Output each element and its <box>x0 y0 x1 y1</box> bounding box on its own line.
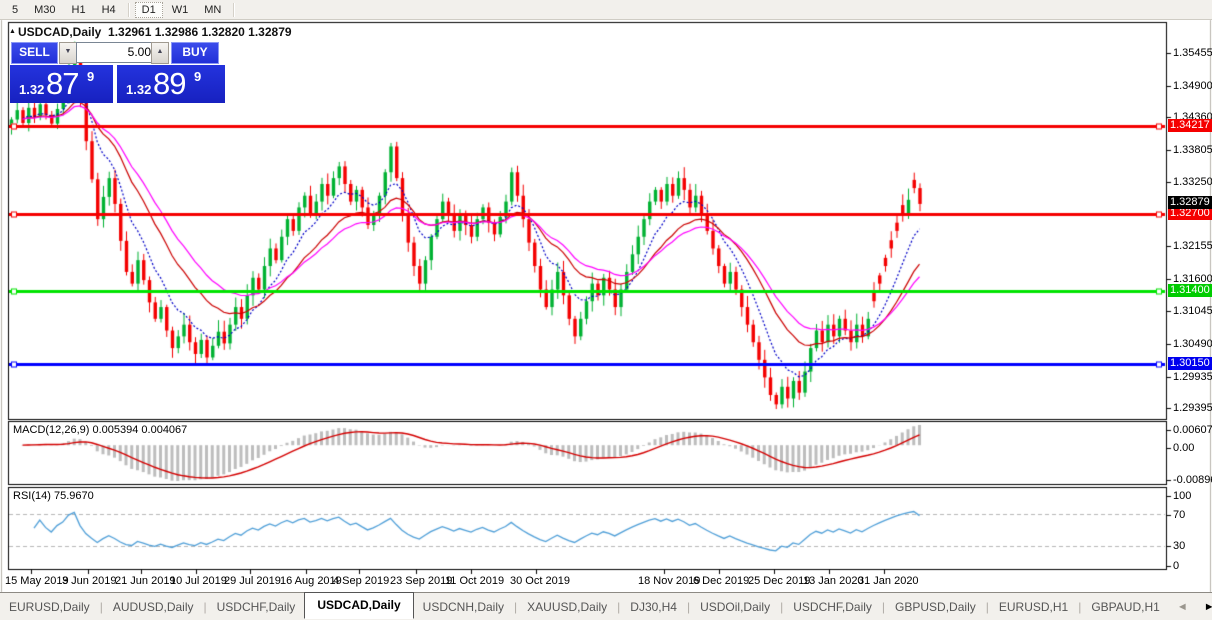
timeframe-button-mn[interactable]: MN <box>197 2 228 18</box>
tab-dj30-h4[interactable]: DJ30,H4 <box>621 596 686 618</box>
timeframe-toolbar: 5M30H1H4 D1W1MN <box>0 0 1212 20</box>
date-axis-label: 23 Sep 2019 <box>390 575 452 587</box>
timeframe-button-w1[interactable]: W1 <box>165 2 196 18</box>
one-click-trading-panel: SELL ▼ 5.00 ▲ BUY 1.32 87 9 1.32 89 9 <box>10 42 225 103</box>
toolbar-separator <box>128 3 130 17</box>
date-axis-label: 30 Oct 2019 <box>510 575 570 587</box>
tab-eurusd-daily[interactable]: EURUSD,Daily <box>0 596 99 618</box>
buy-price-big: 89 <box>153 66 185 102</box>
price-axis-label: 1.29395 <box>1173 402 1212 414</box>
rsi-indicator-label: RSI(14) 75.9670 <box>13 490 94 502</box>
price-axis-label: 1.33250 <box>1173 176 1212 188</box>
price-axis-label: 1.33805 <box>1173 144 1212 156</box>
buy-button[interactable]: BUY <box>171 42 219 64</box>
price-axis-label: 1.34900 <box>1173 80 1212 92</box>
price-axis-label: 1.32155 <box>1173 240 1212 252</box>
tab-usdcad-daily[interactable]: USDCAD,Daily <box>304 592 413 619</box>
date-axis-label: 4 Sep 2019 <box>333 575 389 587</box>
date-axis-label: 15 May 2019 <box>5 575 69 587</box>
date-axis-label: 10 Jul 2019 <box>170 575 227 587</box>
price-axis-label: 1.31045 <box>1173 305 1212 317</box>
timeframe-button-h1[interactable]: H1 <box>65 2 93 18</box>
timeframe-button-5[interactable]: 5 <box>5 2 25 18</box>
tab-scroll-right-icon[interactable]: ► <box>1196 601 1212 613</box>
macd-axis-label: 0.00 <box>1173 442 1194 454</box>
date-axis-label: 21 Jun 2019 <box>115 575 176 587</box>
volume-increase-button[interactable]: ▲ <box>151 42 169 64</box>
price-axis-label: 1.30490 <box>1173 338 1212 350</box>
tab-usdchf-daily[interactable]: USDCHF,Daily <box>208 596 305 618</box>
hline-price-chip: 1.32700 <box>1168 207 1212 220</box>
hline-price-chip: 1.31400 <box>1168 284 1212 297</box>
sell-price-prefix: 1.32 <box>19 82 44 97</box>
timeframe-button-h4[interactable]: H4 <box>95 2 123 18</box>
sell-price-big: 87 <box>46 66 78 102</box>
tab-eurusd-h1[interactable]: EURUSD,H1 <box>990 596 1077 618</box>
rsi-axis-label: 100 <box>1173 490 1191 502</box>
macd-indicator-label: MACD(12,26,9) 0.005394 0.004067 <box>13 424 187 436</box>
sell-price-display[interactable]: 1.32 87 9 <box>10 65 113 103</box>
tab-audusd-daily[interactable]: AUDUSD,Daily <box>104 596 203 618</box>
collapse-chart-icon[interactable]: ▲ <box>9 28 16 35</box>
buy-price-prefix: 1.32 <box>126 82 151 97</box>
date-axis-label: 25 Dec 2019 <box>748 575 810 587</box>
volume-input[interactable]: 5.00 <box>76 42 158 63</box>
sell-price-sup: 9 <box>87 69 94 84</box>
volume-decrease-button[interactable]: ▼ <box>59 42 77 64</box>
date-axis-label: 3 Jun 2019 <box>62 575 116 587</box>
buy-price-sup: 9 <box>194 69 201 84</box>
tab-xauusd-daily[interactable]: XAUUSD,Daily <box>518 596 616 618</box>
toolbar-separator <box>233 3 235 17</box>
hline-price-chip: 1.30150 <box>1168 357 1212 370</box>
date-axis-label: 31 Jan 2020 <box>858 575 919 587</box>
rsi-axis-label: 30 <box>1173 540 1185 552</box>
chart-title: USDCAD,Daily 1.32961 1.32986 1.32820 1.3… <box>18 25 292 39</box>
tab-gbpusd-daily[interactable]: GBPUSD,Daily <box>886 596 985 618</box>
price-axis-label: 1.35455 <box>1173 47 1212 59</box>
chart-ohlc-values: 1.32961 1.32986 1.32820 1.32879 <box>108 25 292 39</box>
date-axis-label: 13 Jan 2020 <box>803 575 864 587</box>
date-axis-label: 11 Oct 2019 <box>445 575 504 587</box>
hline-price-chip: 1.34217 <box>1168 119 1212 132</box>
date-axis-label: 18 Nov 2019 <box>638 575 700 587</box>
timeframe-button-m30[interactable]: M30 <box>27 2 62 18</box>
tab-scroll-left-icon[interactable]: ◄ <box>1169 601 1196 613</box>
macd-axis-label: -0.008965 <box>1173 474 1212 486</box>
terminal-window: 5M30H1H4 D1W1MN ▲ USDCAD,Daily 1.32961 1.… <box>0 0 1212 620</box>
rsi-axis-label: 0 <box>1173 560 1179 572</box>
price-axis-label: 1.29935 <box>1173 371 1212 383</box>
date-axis-label: 29 Jul 2019 <box>224 575 281 587</box>
macd-axis-label: 0.006078 <box>1173 424 1212 436</box>
buy-price-display[interactable]: 1.32 89 9 <box>117 65 225 103</box>
date-axis-label: 6 Dec 2019 <box>693 575 749 587</box>
sell-button[interactable]: SELL <box>11 42 58 64</box>
tab-usdchf-daily[interactable]: USDCHF,Daily <box>784 596 881 618</box>
current-price-chip: 1.32879 <box>1168 196 1212 209</box>
tab-usdoil-daily[interactable]: USDOil,Daily <box>691 596 779 618</box>
tab-usdcnh-daily[interactable]: USDCNH,Daily <box>414 596 513 618</box>
chart-symbol-label: USDCAD,Daily <box>18 25 101 39</box>
timeframe-button-d1[interactable]: D1 <box>135 2 163 18</box>
tab-gbpaud-h1[interactable]: GBPAUD,H1 <box>1082 596 1168 618</box>
chart-tab-bar: EURUSD,Daily|AUDUSD,Daily|USDCHF,DailyUS… <box>0 592 1212 620</box>
rsi-axis-label: 70 <box>1173 509 1185 521</box>
